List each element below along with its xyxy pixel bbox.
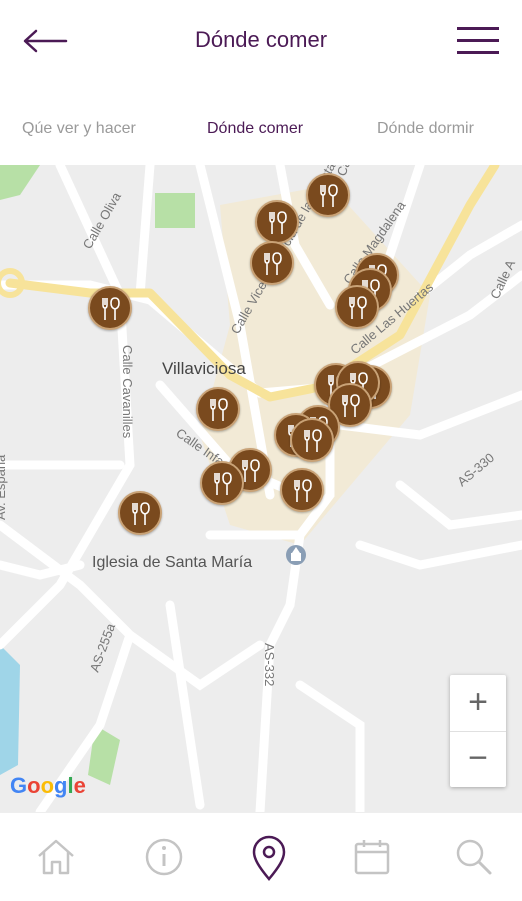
restaurant-fork-knife-icon xyxy=(210,398,228,421)
restaurant-fork-knife-icon xyxy=(102,297,120,320)
google-logo-letter: o xyxy=(40,773,55,798)
restaurant-pin[interactable] xyxy=(280,468,324,512)
poi-label: Iglesia de Santa María xyxy=(92,554,252,571)
app-header: Dónde comer xyxy=(0,0,522,82)
zoom-in-button[interactable]: + xyxy=(450,675,506,732)
map-view[interactable]: Calle Oliva Calle Cavanilles Calle Magda… xyxy=(0,165,522,812)
restaurant-pin[interactable] xyxy=(290,418,334,462)
google-logo-letter: G xyxy=(10,773,28,798)
google-logo-letter: o xyxy=(27,773,41,798)
restaurant-pin[interactable] xyxy=(306,173,350,217)
town-label: Villaviciosa xyxy=(162,359,246,378)
google-logo-letter: g xyxy=(54,773,68,798)
search-icon xyxy=(456,839,492,875)
restaurant-fork-knife-icon xyxy=(294,479,312,502)
tab-donde-dormir[interactable]: Dónde dormir xyxy=(377,120,474,138)
category-tabs: Qúe ver y hacer Dónde comer Dónde dormir xyxy=(0,110,522,152)
road-label-as255a: AS-255a xyxy=(87,621,119,674)
restaurant-pin[interactable] xyxy=(88,286,132,330)
calendar-icon xyxy=(354,840,390,875)
restaurant-fork-knife-icon xyxy=(264,252,282,275)
nav-info[interactable] xyxy=(142,835,186,879)
nav-search[interactable] xyxy=(452,835,496,879)
restaurant-fork-knife-icon xyxy=(342,394,360,417)
road-label-as332: AS-332 xyxy=(262,643,277,686)
zoom-controls: + − xyxy=(450,675,506,787)
hamburger-menu-icon xyxy=(457,27,499,54)
tab-que-ver[interactable]: Qúe ver y hacer xyxy=(22,120,136,138)
google-logo-letter: e xyxy=(73,773,86,798)
nav-calendar[interactable] xyxy=(350,835,394,879)
menu-button[interactable] xyxy=(455,24,501,58)
bottom-nav xyxy=(0,812,522,901)
page-title: Dónde comer xyxy=(194,27,328,52)
street-label-av-espana: Av. España xyxy=(0,454,8,520)
restaurant-pin[interactable] xyxy=(118,491,162,535)
home-icon xyxy=(38,839,74,875)
restaurant-pin[interactable] xyxy=(255,200,299,244)
street-label-cavanilles: Calle Cavanilles xyxy=(120,345,135,439)
restaurant-pin[interactable] xyxy=(335,285,379,329)
zoom-out-button[interactable]: − xyxy=(450,731,506,787)
tab-donde-comer[interactable]: Dónde comer xyxy=(207,120,303,138)
map-pin-icon xyxy=(252,835,286,881)
restaurant-pin[interactable] xyxy=(196,387,240,431)
nav-map[interactable] xyxy=(247,835,291,881)
nav-home[interactable] xyxy=(34,835,78,879)
restaurant-fork-knife-icon xyxy=(349,296,367,319)
restaurant-fork-knife-icon xyxy=(132,502,150,525)
info-icon xyxy=(145,838,183,876)
church-poi-icon[interactable] xyxy=(286,545,306,565)
restaurant-pin[interactable] xyxy=(200,461,244,505)
restaurant-fork-knife-icon xyxy=(304,429,322,452)
road-label-as330: AS-330 xyxy=(454,450,497,489)
restaurant-fork-knife-icon xyxy=(320,184,338,207)
restaurant-fork-knife-icon xyxy=(269,211,287,234)
restaurant-fork-knife-icon xyxy=(214,472,232,495)
google-logo: Google xyxy=(10,773,86,799)
restaurant-pin[interactable] xyxy=(250,241,294,285)
